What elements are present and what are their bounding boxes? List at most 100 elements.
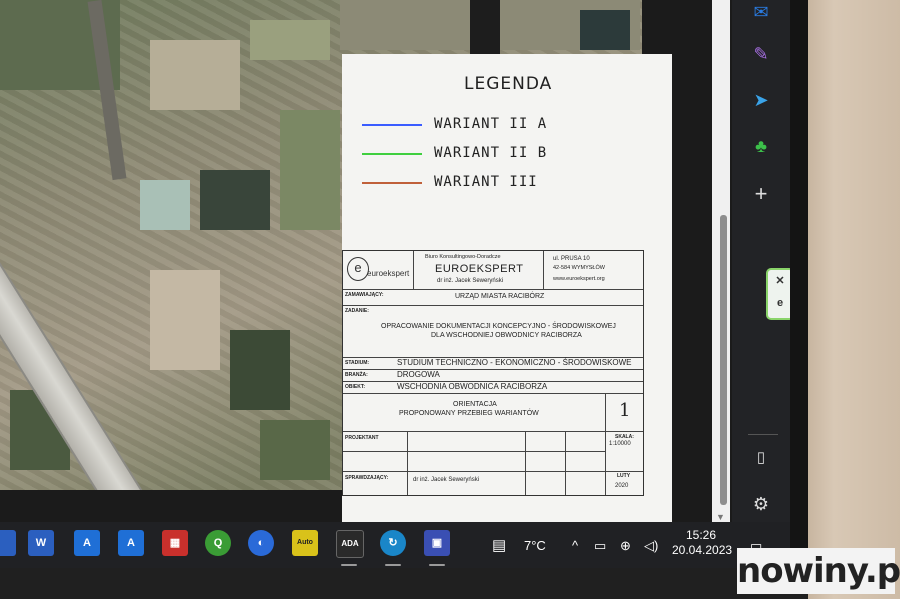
- logo-text: euroekspert: [367, 269, 410, 278]
- edge-e-icon[interactable]: e: [768, 292, 790, 314]
- stadium-label: STADIUM:: [345, 360, 370, 366]
- screen: LEGENDA WARIANT II A WARIANT II B WARIAN…: [0, 0, 790, 532]
- title-block-header: e euroekspert Biuro Konsultingowo-Doradc…: [343, 251, 643, 290]
- zadanie-line1: OPRACOWANIE DOKUMENTACJI KONCEPCYJNO - Ś…: [381, 323, 616, 330]
- autocad-icon[interactable]: A: [74, 530, 100, 556]
- battery-icon[interactable]: ▭: [594, 538, 606, 554]
- running-indicator: [385, 564, 401, 566]
- autoroutes-icon[interactable]: Auto: [292, 530, 318, 556]
- map-field: [140, 180, 190, 230]
- sidebar-separator: [748, 434, 778, 435]
- divider: [605, 393, 606, 431]
- legend-item: WARIANT III: [362, 174, 662, 192]
- weather-temp[interactable]: 7°C: [524, 538, 546, 553]
- weather-icon[interactable]: ▤: [492, 536, 506, 554]
- map-field: [250, 20, 330, 60]
- company-name: EUROEKSPERT: [435, 263, 524, 275]
- floating-tab[interactable]: ✕ e: [766, 268, 790, 320]
- skala-value: 1:10000: [609, 441, 631, 447]
- divider: [407, 471, 408, 495]
- qgis-icon[interactable]: Q: [205, 530, 231, 556]
- divider: [525, 471, 526, 495]
- editor-icon[interactable]: ✎: [749, 42, 773, 66]
- divider: [565, 471, 566, 495]
- branza-label: BRANŻA:: [345, 372, 368, 378]
- outlook-icon[interactable]: ✉: [749, 0, 773, 24]
- app-red-icon[interactable]: ▦: [162, 530, 188, 556]
- taskbar-app-partial[interactable]: [0, 530, 16, 556]
- zamawiajacy-value: URZĄD MIASTA RACIBÓRZ: [455, 293, 545, 300]
- zadanie-line2: DLA WSCHODNIEJ OBWODNICY RACIBORZA: [431, 332, 582, 339]
- clock-date: 20.04.2023: [672, 543, 733, 557]
- watermark: nowiny.pl: [737, 548, 900, 594]
- map-field: [200, 170, 270, 230]
- projektant-label: PROJEKTANT: [345, 435, 379, 441]
- legend-line-blue: [362, 124, 422, 126]
- skala-label: SKALA:: [615, 434, 634, 440]
- taskbar: W A A ▦ Q ◐ Auto ADA ↻ ▣ ▤ 7°C ^ ▭ ⊕ ◁) …: [0, 522, 790, 568]
- title-block: e euroekspert Biuro Konsultingowo-Doradc…: [342, 250, 644, 496]
- map-field: [150, 270, 220, 370]
- monitor: LEGENDA WARIANT II A WARIANT II B WARIAN…: [0, 0, 808, 568]
- word-icon[interactable]: W: [28, 530, 54, 556]
- edge-sidebar: ✉ ✎ ➤ ♣ + ▯ ⚙: [732, 0, 790, 532]
- date-year: 2020: [615, 483, 629, 489]
- app-blue-icon[interactable]: ◐: [248, 530, 274, 556]
- drawing-sheet: LEGENDA WARIANT II A WARIANT II B WARIAN…: [342, 54, 672, 524]
- sprawdzajacy-row: SPRAWDZAJĄCY: dr inż. Jacek Seweryński L…: [343, 471, 643, 495]
- address-web: www.euroekspert.org: [553, 276, 605, 282]
- scroll-down-icon[interactable]: ▼: [716, 512, 725, 522]
- map-field: [470, 0, 500, 54]
- legend-line-orange: [362, 182, 422, 184]
- legend-item-label: WARIANT III: [434, 174, 538, 190]
- legend-line-green: [362, 153, 422, 155]
- drawing-line2: PROPONOWANY PRZEBIEG WARIANTÓW: [399, 410, 539, 417]
- app-circle-icon[interactable]: ↻: [380, 530, 406, 556]
- drawing-title-row: ORIENTACJA PROPONOWANY PRZEBIEG WARIANTÓ…: [343, 393, 643, 432]
- volume-icon[interactable]: ◁): [644, 538, 658, 554]
- euroekspert-logo-icon: e: [347, 257, 369, 281]
- divider: [343, 451, 605, 452]
- running-indicator: [341, 564, 357, 566]
- company-top: Biuro Konsultingowo-Doradcze: [425, 254, 501, 260]
- scrollbar-thumb[interactable]: [720, 215, 727, 505]
- zamawiajacy-row: ZAMAWIAJĄCY: URZĄD MIASTA RACIBÓRZ: [343, 289, 643, 306]
- add-icon[interactable]: +: [749, 182, 773, 206]
- date-month: LUTY: [617, 473, 631, 479]
- projektant-row: PROJEKTANT SKALA: 1:10000: [343, 431, 643, 472]
- sprawdzajacy-value: dr inż. Jacek Seweryński: [413, 477, 480, 483]
- settings-icon[interactable]: ⚙: [749, 492, 773, 516]
- map-field: [260, 420, 330, 480]
- zamawiajacy-label: ZAMAWIAJĄCY:: [345, 292, 384, 298]
- divider: [605, 431, 606, 471]
- tree-icon[interactable]: ♣: [749, 134, 773, 158]
- obiekt-label: OBIEKT:: [345, 384, 365, 390]
- map-field: [280, 110, 340, 230]
- divider: [605, 471, 606, 495]
- map-field: [150, 40, 240, 110]
- autocad-icon[interactable]: A: [118, 530, 144, 556]
- legend-item: WARIANT II A: [362, 116, 662, 134]
- divider: [543, 251, 544, 289]
- split-view-icon[interactable]: ▯: [749, 446, 773, 470]
- chevron-up-icon[interactable]: ^: [572, 538, 578, 553]
- address-city: 42-584 WYMYSŁÓW: [553, 265, 605, 271]
- divider: [413, 251, 414, 289]
- zadanie-label: ZADANIE:: [345, 308, 369, 314]
- app-map-icon[interactable]: ▣: [424, 530, 450, 556]
- close-icon[interactable]: ✕: [768, 270, 790, 292]
- clock[interactable]: 15:26 20.04.2023: [672, 528, 733, 558]
- company-person: dr inż. Jacek Seweryński: [437, 278, 504, 284]
- map-field: [230, 330, 290, 410]
- running-indicator: [429, 564, 445, 566]
- sprawdzajacy-label: SPRAWDZAJĄCY:: [345, 475, 389, 481]
- zadanie-row: ZADANIE: OPRACOWANIE DOKUMENTACJI KONCEP…: [343, 305, 643, 358]
- branza-value: DROGOWA: [397, 370, 440, 379]
- monitor-bezel: [0, 568, 808, 599]
- ada-icon[interactable]: ADA: [336, 530, 364, 558]
- drawing-number: 1: [619, 400, 631, 421]
- telegram-icon[interactable]: ➤: [749, 88, 773, 112]
- globe-icon[interactable]: ⊕: [620, 538, 631, 554]
- legend-item-label: WARIANT II B: [434, 145, 548, 161]
- legend-item-label: WARIANT II A: [434, 116, 548, 132]
